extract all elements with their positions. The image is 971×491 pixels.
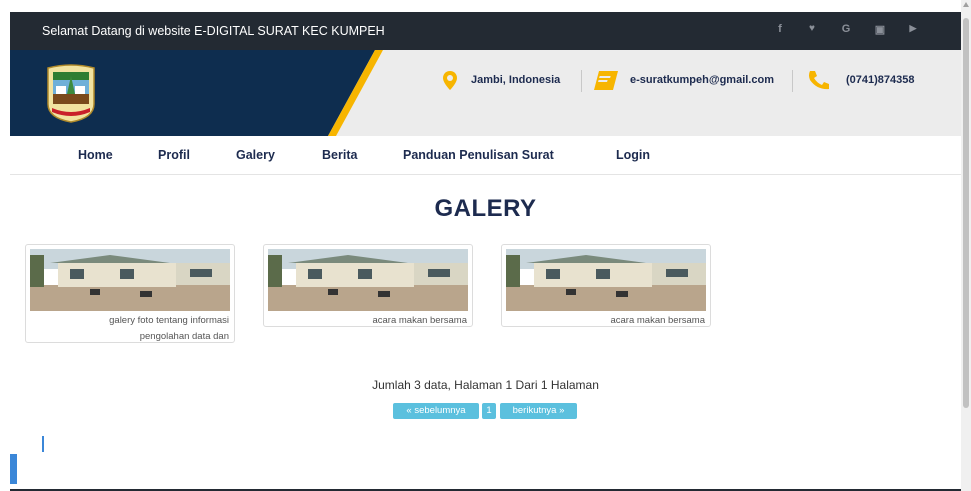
location-contact: Jambi, Indonesia <box>443 50 560 110</box>
gallery-card[interactable]: acara makan bersama <box>263 244 473 327</box>
next-page-button[interactable]: berikutnya » <box>500 403 577 419</box>
caption-line: acara makan bersama <box>372 315 467 326</box>
location-text: Jambi, Indonesia <box>471 74 561 86</box>
page-number-button[interactable]: 1 <box>482 403 496 419</box>
prev-page-button[interactable]: « sebelumnya <box>393 403 479 419</box>
phone-text: (0741)874358 <box>846 74 915 86</box>
twitter-icon[interactable]: ♥ <box>805 23 819 34</box>
site-header: Jambi, Indonesia e-suratkumpeh@gmail.com… <box>10 50 961 136</box>
gallery-photo[interactable] <box>268 249 468 311</box>
facebook-icon[interactable]: f <box>773 23 787 35</box>
top-bar: Selamat Datang di website E-DIGITAL SURA… <box>10 12 961 50</box>
gallery-card[interactable]: galery foto tentang informasi pengolahan… <box>25 244 235 343</box>
nav-login[interactable]: Login <box>616 148 650 162</box>
welcome-text: Selamat Datang di website E-DIGITAL SURA… <box>42 24 385 38</box>
book-icon <box>594 70 618 90</box>
gallery-caption: galery foto tentang informasi pengolahan… <box>30 311 230 345</box>
nav-panduan-penulisan-surat[interactable]: Panduan Penulisan Surat <box>403 148 554 162</box>
page-title: GALERY <box>434 195 537 222</box>
caption-line: galery foto tentang informasi <box>109 315 229 326</box>
browser-viewport: Selamat Datang di website E-DIGITAL SURA… <box>10 12 961 491</box>
divider <box>581 70 582 92</box>
email-contact: e-suratkumpeh@gmail.com <box>594 50 774 110</box>
gallery-caption: acara makan bersama <box>268 311 468 329</box>
vertical-scrollbar[interactable] <box>961 0 971 491</box>
nav-profil[interactable]: Profil <box>158 148 190 162</box>
nav-berita[interactable]: Berita <box>322 148 357 162</box>
gallery-photo[interactable] <box>506 249 706 311</box>
gallery-photo[interactable] <box>30 249 230 311</box>
text-cursor <box>42 436 44 452</box>
nav-galery[interactable]: Galery <box>236 148 275 162</box>
caption-line: acara makan bersama <box>610 315 705 326</box>
scroll-thumb[interactable] <box>963 18 969 408</box>
youtube-icon[interactable]: ▶ <box>906 23 920 34</box>
divider <box>792 70 793 92</box>
data-count-text: Jumlah 3 data, Halaman 1 Dari 1 Halaman <box>372 378 599 392</box>
main-nav: Home Profil Galery Berita Panduan Penuli… <box>10 136 961 175</box>
instagram-icon[interactable]: ▣ <box>873 23 887 36</box>
email-text[interactable]: e-suratkumpeh@gmail.com <box>630 74 774 86</box>
gallery-caption: acara makan bersama <box>506 311 706 329</box>
nav-home[interactable]: Home <box>78 148 113 162</box>
side-accent-bar <box>10 454 17 484</box>
google-icon[interactable]: G <box>839 23 853 35</box>
map-pin-icon <box>443 70 457 90</box>
caption-line: pengolahan data dan <box>139 331 229 342</box>
scroll-up-icon[interactable] <box>963 2 969 7</box>
phone-contact: (0741)874358 <box>807 50 915 110</box>
site-logo[interactable] <box>42 64 100 124</box>
gallery-card[interactable]: acara makan bersama <box>501 244 711 327</box>
phone-icon <box>809 71 829 90</box>
